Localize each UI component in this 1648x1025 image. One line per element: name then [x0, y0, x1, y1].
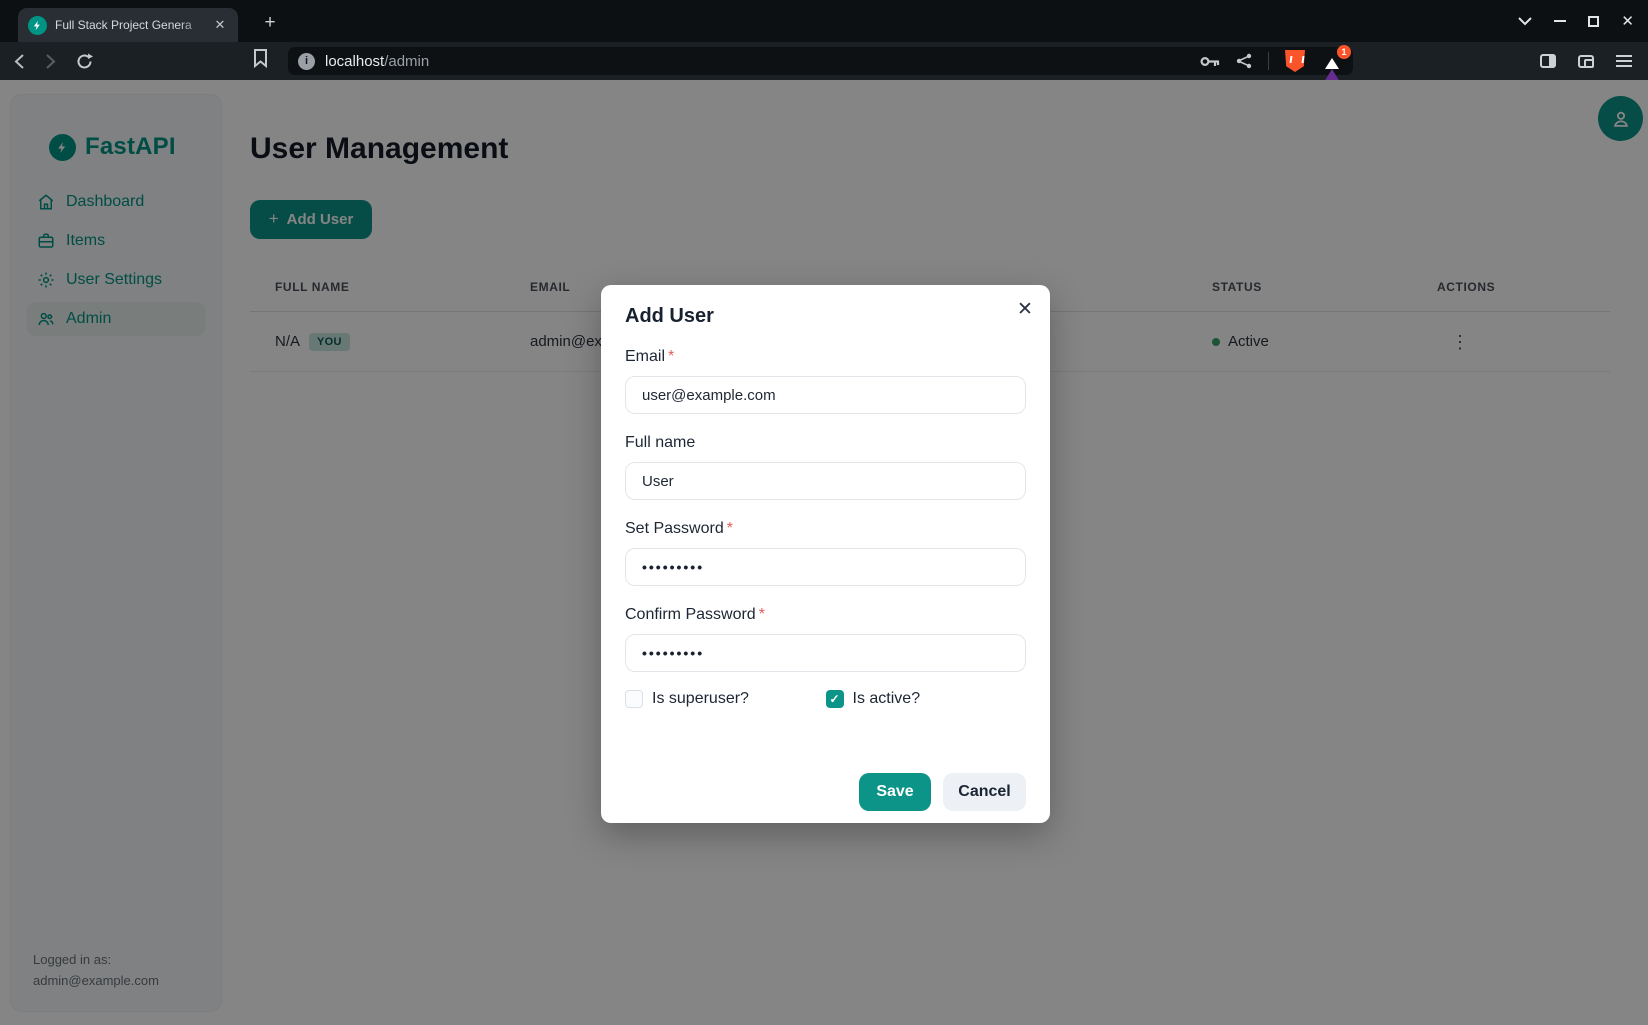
full-name-field-group: Full name — [625, 434, 1026, 500]
password-key-icon[interactable] — [1200, 56, 1220, 67]
full-name-label: Full name — [625, 434, 695, 451]
full-name-field[interactable] — [625, 462, 1026, 500]
browser-toolbar: i localhost/admin 1 — [0, 42, 1648, 80]
set-password-label: Set Password — [625, 520, 724, 537]
required-marker: * — [668, 348, 674, 365]
window-close-button[interactable]: ✕ — [1621, 14, 1634, 29]
window-minimize-button[interactable] — [1554, 20, 1566, 22]
browser-titlebar: Full Stack Project Genera ✕ + ✕ — [0, 0, 1648, 42]
browser-tab[interactable]: Full Stack Project Genera ✕ — [18, 8, 238, 42]
brave-rewards-icon[interactable]: 1 — [1321, 52, 1343, 70]
tab-title-fade — [178, 8, 214, 42]
confirm-password-field-group: Confirm Password* — [625, 606, 1026, 672]
window-maximize-button[interactable] — [1588, 16, 1599, 27]
page-viewport: FastAPI Dashboard Items User Settings Ad… — [0, 80, 1648, 1025]
confirm-password-label: Confirm Password — [625, 606, 756, 623]
menu-icon[interactable] — [1616, 55, 1632, 67]
site-info-icon[interactable]: i — [298, 53, 315, 70]
brave-shield-icon[interactable] — [1285, 50, 1305, 72]
bookmark-icon[interactable] — [253, 49, 268, 68]
is-superuser-checkbox[interactable] — [625, 690, 643, 708]
is-active-checkbox[interactable]: ✓ — [826, 690, 844, 708]
share-icon[interactable] — [1236, 53, 1252, 69]
sidebar-toggle-icon[interactable] — [1540, 54, 1556, 68]
email-field-group: Email* — [625, 348, 1026, 414]
add-user-modal: Add User ✕ Email* Full name Set Password… — [601, 285, 1050, 823]
fastapi-favicon-icon — [28, 16, 47, 35]
url-host: localhost — [325, 53, 384, 70]
save-button[interactable]: Save — [859, 773, 931, 811]
url-path: /admin — [384, 53, 429, 70]
modal-close-icon[interactable]: ✕ — [1012, 297, 1038, 323]
cancel-button[interactable]: Cancel — [943, 773, 1026, 811]
forward-button[interactable] — [45, 53, 56, 70]
is-active-label: Is active? — [853, 690, 921, 708]
confirm-password-field[interactable] — [625, 634, 1026, 672]
reload-button[interactable] — [76, 53, 93, 70]
checkbox-row: Is superuser? ✓ Is active? — [625, 690, 1026, 708]
new-tab-button[interactable]: + — [257, 10, 283, 36]
is-superuser-label: Is superuser? — [652, 690, 749, 708]
is-superuser-checkbox-group[interactable]: Is superuser? — [625, 690, 826, 708]
modal-footer: Save Cancel — [859, 773, 1026, 811]
is-active-checkbox-group[interactable]: ✓ Is active? — [826, 690, 1027, 708]
wallet-icon[interactable] — [1578, 55, 1594, 68]
modal-title: Add User — [625, 305, 1026, 328]
rewards-badge: 1 — [1337, 45, 1351, 59]
tab-search-chevron-icon[interactable] — [1518, 17, 1532, 26]
required-marker: * — [759, 606, 765, 623]
email-label: Email — [625, 348, 665, 365]
address-bar[interactable]: i localhost/admin 1 — [288, 47, 1353, 75]
back-button[interactable] — [14, 53, 25, 70]
set-password-field-group: Set Password* — [625, 520, 1026, 586]
toolbar-divider — [1268, 52, 1269, 70]
tab-close-icon[interactable]: ✕ — [210, 15, 230, 35]
set-password-field[interactable] — [625, 548, 1026, 586]
url-text[interactable]: localhost/admin — [325, 53, 1200, 70]
email-field[interactable] — [625, 376, 1026, 414]
required-marker: * — [727, 520, 733, 537]
